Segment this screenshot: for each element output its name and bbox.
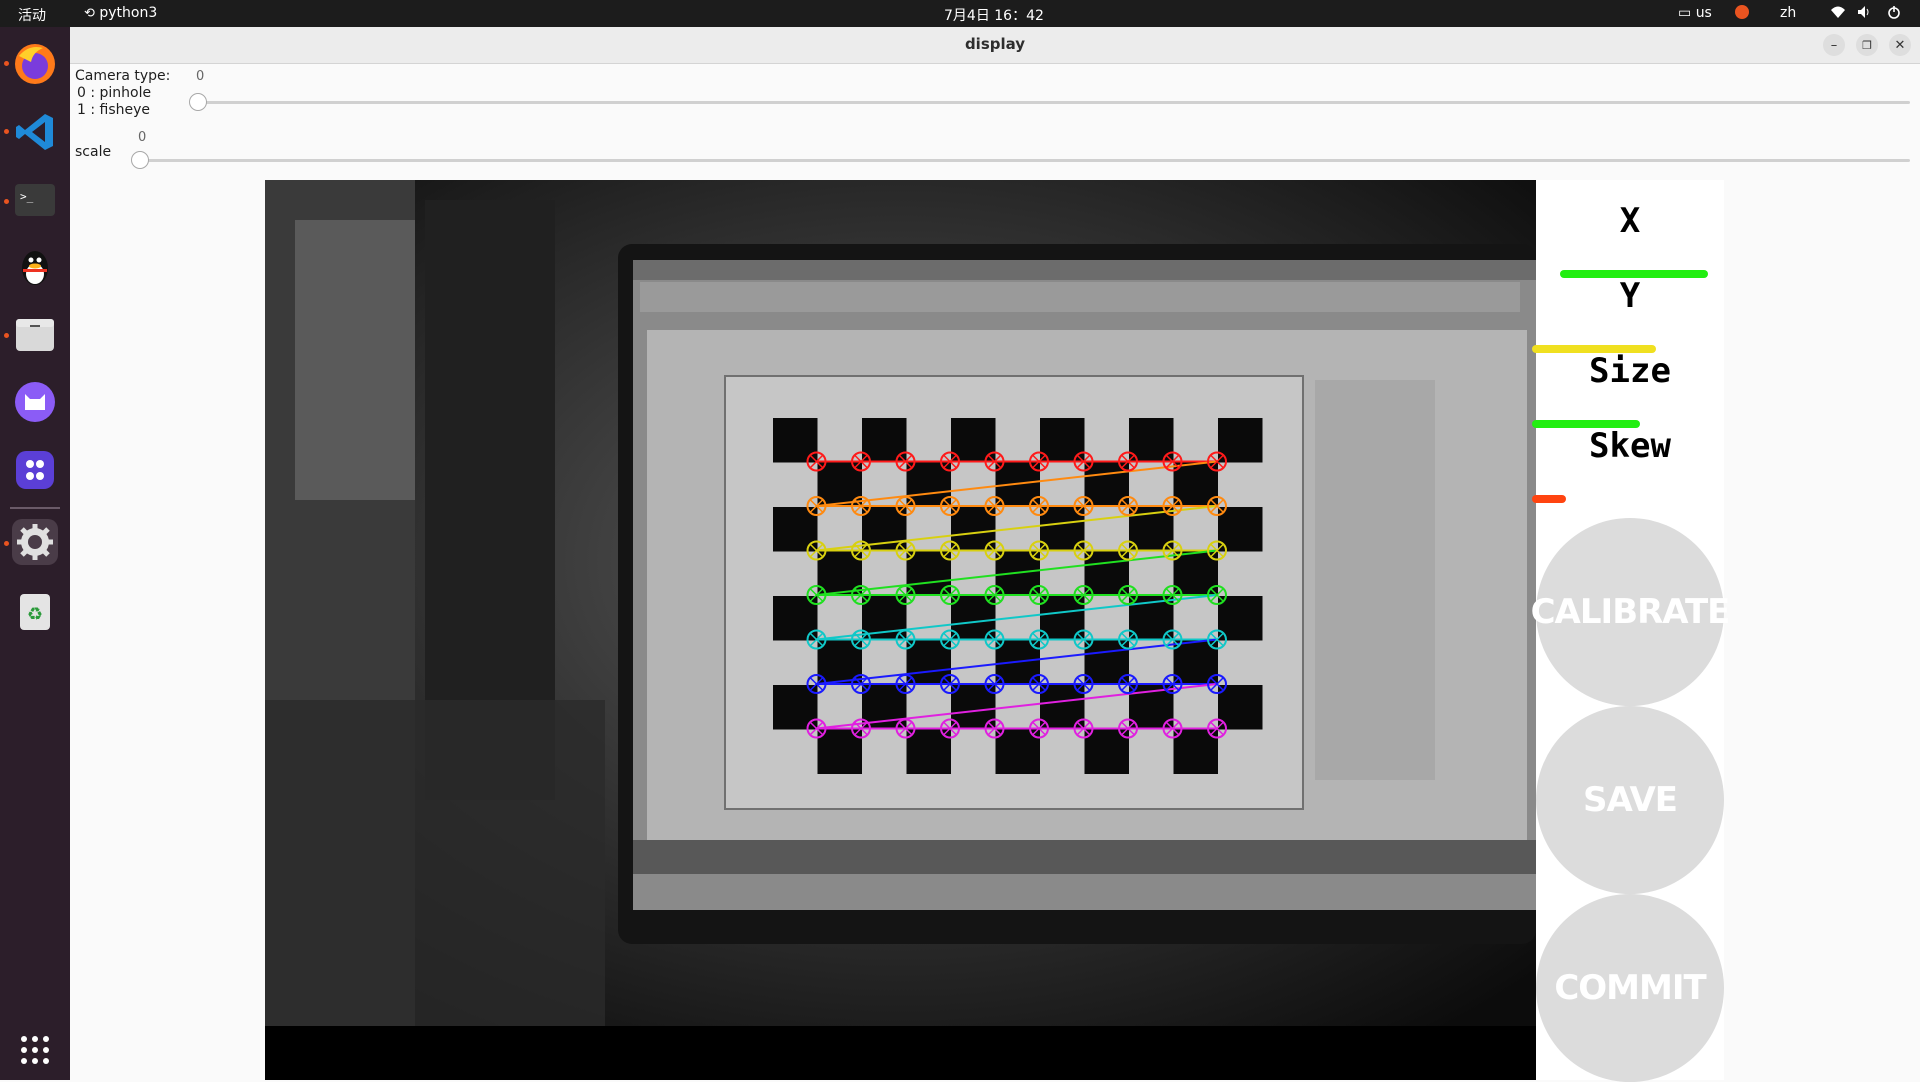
svg-text:>_: >_ bbox=[20, 190, 34, 203]
maximize-button[interactable]: ❐ bbox=[1856, 34, 1878, 56]
trash-icon[interactable]: ♻ bbox=[12, 589, 58, 635]
terminal-icon[interactable]: >_ bbox=[12, 177, 58, 223]
restore-icon: ❐ bbox=[1862, 38, 1872, 52]
skew-metric-label: Skew bbox=[1589, 426, 1671, 466]
clock[interactable]: 7月4日 16：42 bbox=[944, 5, 1044, 25]
scale-slider-thumb[interactable] bbox=[131, 151, 149, 169]
scale-slider[interactable] bbox=[132, 159, 1910, 162]
wifi-icon[interactable] bbox=[1830, 4, 1846, 24]
input-method[interactable]: zh bbox=[1780, 5, 1796, 21]
camera-type-slider[interactable] bbox=[190, 101, 1910, 104]
skew-progress-bar bbox=[1532, 495, 1566, 503]
running-indicator bbox=[4, 199, 9, 204]
dock-separator bbox=[10, 507, 60, 509]
scale-label: scale bbox=[75, 144, 112, 160]
app-menu[interactable]: ⟲ python3 bbox=[84, 5, 157, 21]
window-titlebar[interactable]: display – ❐ ✕ bbox=[70, 27, 1920, 64]
camera-type-value: 0 bbox=[196, 69, 205, 84]
cat-app-icon[interactable] bbox=[12, 379, 58, 425]
minimize-button[interactable]: – bbox=[1823, 34, 1845, 56]
power-icon[interactable] bbox=[1886, 4, 1902, 24]
vscode-icon[interactable] bbox=[12, 109, 58, 155]
qq-icon[interactable] bbox=[12, 243, 58, 289]
window-title: display bbox=[964, 35, 1026, 53]
camera-feed bbox=[265, 180, 1536, 1080]
app-grid-icon[interactable] bbox=[12, 1027, 58, 1073]
save-button[interactable]: SAVE bbox=[1536, 706, 1724, 894]
camera-type-option-fisheye: 1 : fisheye bbox=[77, 102, 151, 118]
running-indicator bbox=[4, 129, 9, 134]
running-indicator bbox=[4, 541, 9, 546]
app-icon: ⟲ bbox=[84, 6, 95, 21]
keyboard-icon: ▭ bbox=[1678, 5, 1692, 21]
top-bar: 活动 ⟲ python3 7月4日 16：42 ▭ us zh bbox=[0, 0, 1920, 27]
camera-type-option-pinhole: 0 : pinhole bbox=[77, 85, 152, 101]
camera-image bbox=[265, 180, 1536, 1080]
calibration-panel: X Y Size Skew CALIBRATE SAVE COMMIT bbox=[1531, 180, 1730, 1082]
close-icon: ✕ bbox=[1894, 37, 1906, 53]
volume-icon[interactable] bbox=[1856, 4, 1872, 24]
minimize-icon: – bbox=[1830, 37, 1838, 53]
camera-type-label: Camera type: bbox=[75, 68, 171, 84]
commit-button[interactable]: COMMIT bbox=[1536, 894, 1724, 1082]
size-metric-label: Size bbox=[1589, 351, 1671, 391]
camera-type-slider-thumb[interactable] bbox=[189, 93, 207, 111]
x-metric-label: X bbox=[1619, 201, 1641, 241]
keyboard-indicator[interactable]: ▭ us bbox=[1678, 5, 1712, 21]
app-name: python3 bbox=[99, 5, 158, 21]
scale-value: 0 bbox=[138, 130, 147, 145]
tray-app-icon[interactable] bbox=[1734, 4, 1750, 24]
files-icon[interactable] bbox=[12, 311, 58, 357]
close-button[interactable]: ✕ bbox=[1889, 34, 1911, 56]
y-metric-label: Y bbox=[1619, 276, 1641, 316]
settings-icon[interactable] bbox=[12, 519, 58, 565]
app-icon[interactable] bbox=[12, 447, 58, 493]
activities-button[interactable]: 活动 bbox=[18, 5, 46, 25]
svg-text:♻: ♻ bbox=[27, 604, 43, 625]
running-indicator bbox=[4, 61, 9, 66]
firefox-icon[interactable] bbox=[12, 41, 58, 87]
running-indicator bbox=[4, 333, 9, 338]
dock: >_ ♻ bbox=[0, 27, 70, 1080]
calibrate-button[interactable]: CALIBRATE bbox=[1531, 518, 1730, 706]
